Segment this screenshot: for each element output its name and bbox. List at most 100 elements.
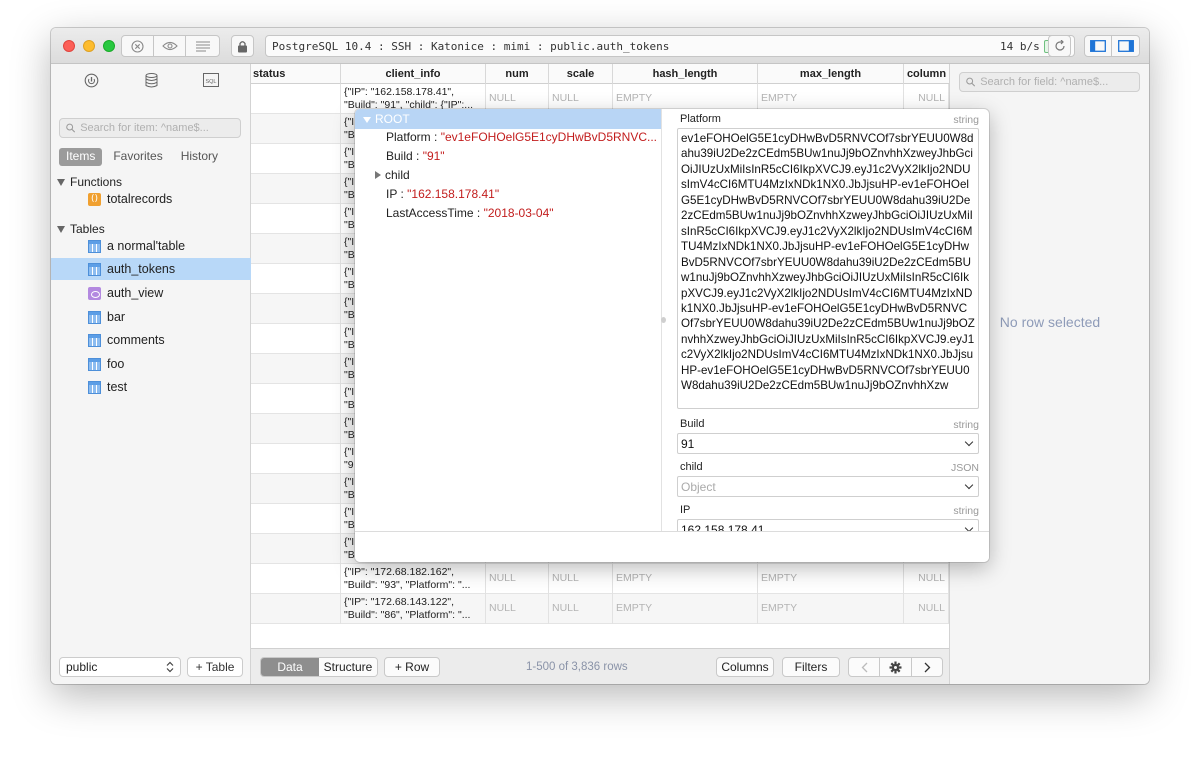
close-connection-button[interactable] xyxy=(121,35,154,57)
field-search-input[interactable] xyxy=(980,76,1139,88)
cell-col[interactable]: NULL xyxy=(904,564,949,594)
tab-items[interactable]: Items xyxy=(59,148,103,166)
item-search-input[interactable] xyxy=(80,122,240,134)
cell-status[interactable] xyxy=(251,594,341,624)
cell-scale[interactable]: NULL xyxy=(549,594,613,624)
cell-status[interactable] xyxy=(251,444,341,474)
pagination-settings-button[interactable] xyxy=(879,657,912,677)
schema-select[interactable]: public xyxy=(59,657,181,677)
tab-data[interactable]: Data xyxy=(261,658,319,676)
tab-structure[interactable]: Structure xyxy=(319,658,377,676)
cell-status[interactable] xyxy=(251,174,341,204)
cell-status[interactable] xyxy=(251,414,341,444)
sidebar-item-table[interactable]: bar xyxy=(51,306,251,328)
tree-node-platform[interactable]: Platform : "ev1eFOHOelG5E1cyDHwBvD5RNVC.… xyxy=(386,130,657,148)
connection-speed: 14 b/s xyxy=(999,39,1040,53)
cell-max[interactable]: EMPTY xyxy=(758,594,904,624)
connection-title: PostgreSQL 10.4 : SSH : Katonice : mimi … xyxy=(272,39,670,53)
item-search[interactable] xyxy=(59,118,241,138)
eye-icon xyxy=(161,41,178,51)
database-mode-button[interactable] xyxy=(141,70,161,90)
sidebar-item-table-selected[interactable]: auth_tokens xyxy=(51,258,251,280)
sidebar-item-function[interactable]: () totalrecords xyxy=(51,188,251,210)
column-header-status[interactable]: status xyxy=(251,64,341,84)
reload-button[interactable] xyxy=(1048,35,1071,57)
column-header-max-length[interactable]: max_length xyxy=(758,64,904,84)
cell-status[interactable] xyxy=(251,204,341,234)
minimize-window-button[interactable] xyxy=(83,40,95,52)
tree-root-row[interactable]: ROOT xyxy=(355,109,661,129)
column-header-scale[interactable]: scale xyxy=(549,64,613,84)
tree-node-last-access-time[interactable]: LastAccessTime : "2018-03-04" xyxy=(386,206,554,224)
lock-button[interactable] xyxy=(231,35,254,57)
table-row[interactable]: {"IP": "172.68.182.162", "Build": "93", "… xyxy=(251,564,949,594)
next-page-button[interactable] xyxy=(911,657,943,677)
cell-num[interactable]: NULL xyxy=(486,594,549,624)
column-header-num[interactable]: num xyxy=(486,64,549,84)
sql-mode-button[interactable]: SQL xyxy=(201,70,221,90)
cell-status[interactable] xyxy=(251,474,341,504)
cell-num[interactable]: NULL xyxy=(486,564,549,594)
build-select[interactable]: 91 xyxy=(677,433,979,454)
sidebar-item-label: comments xyxy=(107,333,165,347)
cell-status[interactable] xyxy=(251,84,341,114)
filters-button[interactable]: Filters xyxy=(782,657,840,677)
cell-status[interactable] xyxy=(251,534,341,564)
cell-status[interactable] xyxy=(251,354,341,384)
field-label-platform: Platform xyxy=(680,113,721,125)
tree-node-ip[interactable]: IP : "162.158.178.41" xyxy=(386,187,499,205)
columns-button[interactable]: Columns xyxy=(716,657,774,677)
add-table-button[interactable]: + Table xyxy=(187,657,243,677)
cell-scale[interactable]: NULL xyxy=(549,564,613,594)
close-window-button[interactable] xyxy=(63,40,75,52)
cell-hash[interactable]: EMPTY xyxy=(613,564,758,594)
split-handle[interactable] xyxy=(661,317,666,323)
toggle-left-panel-button[interactable] xyxy=(1084,35,1112,57)
cell-max[interactable]: EMPTY xyxy=(758,564,904,594)
sidebar-item-label: auth_tokens xyxy=(107,262,176,276)
tree-node-build[interactable]: Build : "91" xyxy=(386,149,445,167)
items-mode-button[interactable] xyxy=(81,70,101,90)
cell-status[interactable] xyxy=(251,294,341,324)
console-button[interactable] xyxy=(185,35,220,57)
tab-history[interactable]: History xyxy=(174,148,225,166)
cell-client-info[interactable]: {"IP": "172.68.182.162", "Build": "93", "… xyxy=(341,564,486,594)
ip-select[interactable]: 162.158.178.41 xyxy=(677,519,979,531)
platform-textarea[interactable]: ev1eFOHOelG5E1cyDHwBvD5RNVCOf7sbrYEUU0W8… xyxy=(677,128,979,409)
cell-status[interactable] xyxy=(251,264,341,294)
tab-favorites[interactable]: Favorites xyxy=(106,148,169,166)
column-header-column[interactable]: column xyxy=(904,64,949,84)
toggle-right-panel-button[interactable] xyxy=(1111,35,1140,57)
sidebar-mode-icons: SQL xyxy=(51,70,251,90)
previous-page-button[interactable] xyxy=(848,657,880,677)
cell-status[interactable] xyxy=(251,144,341,174)
cell-client-info[interactable]: {"IP": "172.68.143.122", "Build": "86", "… xyxy=(341,594,486,624)
cell-col[interactable]: NULL xyxy=(904,594,949,624)
cell-status[interactable] xyxy=(251,384,341,414)
sidebar-item-table[interactable]: comments xyxy=(51,329,251,351)
preview-button[interactable] xyxy=(153,35,186,57)
json-tree: ROOT Platform : "ev1eFOHOelG5E1cyDHwBvD5… xyxy=(355,109,661,531)
functions-section-header[interactable]: Functions xyxy=(57,175,122,189)
cell-status[interactable] xyxy=(251,114,341,144)
tables-section-header[interactable]: Tables xyxy=(57,222,105,236)
field-search[interactable] xyxy=(959,72,1140,92)
cell-status[interactable] xyxy=(251,234,341,264)
sidebar-item-table[interactable]: foo xyxy=(51,353,251,375)
disclosure-triangle-icon[interactable] xyxy=(375,171,381,179)
cell-status[interactable] xyxy=(251,504,341,534)
cell-hash[interactable]: EMPTY xyxy=(613,594,758,624)
cell-status[interactable] xyxy=(251,564,341,594)
zoom-window-button[interactable] xyxy=(103,40,115,52)
add-row-button[interactable]: + Row xyxy=(384,657,440,677)
sidebar-item-table[interactable]: a normal'table xyxy=(51,235,251,257)
column-header-client-info[interactable]: client_info xyxy=(341,64,486,84)
tree-node-child[interactable]: child xyxy=(375,168,410,186)
child-select[interactable]: Object xyxy=(677,476,979,497)
sidebar-item-table[interactable]: test xyxy=(51,376,251,398)
cell-status[interactable] xyxy=(251,324,341,354)
column-header-hash-length[interactable]: hash_length xyxy=(613,64,758,84)
sidebar-item-view[interactable]: auth_view xyxy=(51,282,251,304)
field-label-ip: IP xyxy=(680,504,691,516)
table-row[interactable]: {"IP": "172.68.143.122", "Build": "86", "… xyxy=(251,594,949,624)
